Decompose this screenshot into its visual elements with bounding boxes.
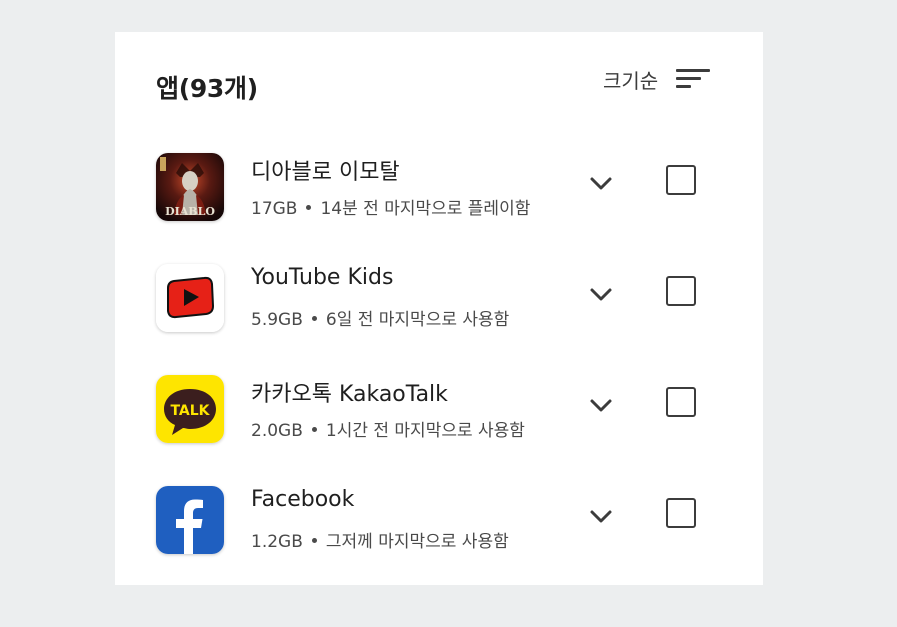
- expand-button[interactable]: [585, 389, 617, 421]
- list-item[interactable]: TALK 카카오톡 KakaoTalk 2.0GB 1시간 전 마지막으로 사용함: [115, 364, 763, 475]
- app-name: Facebook: [251, 487, 355, 512]
- app-size: 5.9GB: [251, 310, 303, 330]
- app-name: YouTube Kids: [251, 265, 394, 290]
- facebook-icon: [156, 486, 224, 554]
- app-last-used: 그저께 마지막으로 사용함: [325, 532, 509, 552]
- app-size: 1.2GB: [251, 532, 303, 552]
- select-checkbox[interactable]: [666, 387, 696, 417]
- expand-button[interactable]: [585, 278, 617, 310]
- diablo-immortal-icon: DIABLO: [156, 153, 224, 221]
- chevron-down-icon: [590, 399, 612, 412]
- app-meta: 5.9GB 6일 전 마지막으로 사용함: [251, 305, 509, 330]
- app-size: 2.0GB: [251, 421, 303, 441]
- sort-icon: [676, 67, 711, 91]
- app-meta: 17GB 14분 전 마지막으로 플레이함: [251, 194, 530, 219]
- svg-text:TALK: TALK: [170, 403, 210, 419]
- chevron-down-icon: [590, 288, 612, 301]
- kakaotalk-icon: TALK: [156, 375, 224, 443]
- select-checkbox[interactable]: [666, 165, 696, 195]
- app-list-header: 앱(93개) 크기순: [115, 32, 763, 142]
- chevron-down-icon: [590, 510, 612, 523]
- app-last-used: 1시간 전 마지막으로 사용함: [325, 421, 525, 441]
- app-last-used: 14분 전 마지막으로 플레이함: [320, 199, 531, 219]
- youtube-kids-icon: [156, 264, 224, 332]
- list-item[interactable]: Facebook 1.2GB 그저께 마지막으로 사용함: [115, 475, 763, 586]
- app-name: 디아블로 이모탈: [251, 160, 400, 185]
- app-list-panel: 앱(93개) 크기순 DIABLO 디아블로 이모탈 17GB 14분 전 마지…: [115, 32, 763, 585]
- page-title: 앱(93개): [156, 74, 258, 103]
- list-item[interactable]: YouTube Kids 5.9GB 6일 전 마지막으로 사용함: [115, 253, 763, 364]
- select-checkbox[interactable]: [666, 498, 696, 528]
- svg-text:DIABLO: DIABLO: [165, 205, 215, 218]
- app-size: 17GB: [251, 199, 298, 219]
- separator-dot: [306, 204, 312, 210]
- sort-label: 크기순: [603, 68, 659, 93]
- sort-button[interactable]: 크기순: [603, 64, 711, 94]
- expand-button[interactable]: [585, 500, 617, 532]
- app-meta: 1.2GB 그저께 마지막으로 사용함: [251, 527, 509, 552]
- separator-dot: [311, 537, 317, 543]
- app-meta: 2.0GB 1시간 전 마지막으로 사용함: [251, 416, 525, 441]
- app-name: 카카오톡 KakaoTalk: [251, 382, 448, 407]
- expand-button[interactable]: [585, 167, 617, 199]
- separator-dot: [311, 315, 317, 321]
- app-last-used: 6일 전 마지막으로 사용함: [325, 310, 510, 330]
- select-checkbox[interactable]: [666, 276, 696, 306]
- list-item[interactable]: DIABLO 디아블로 이모탈 17GB 14분 전 마지막으로 플레이함: [115, 142, 763, 253]
- separator-dot: [311, 426, 317, 432]
- chevron-down-icon: [590, 177, 612, 190]
